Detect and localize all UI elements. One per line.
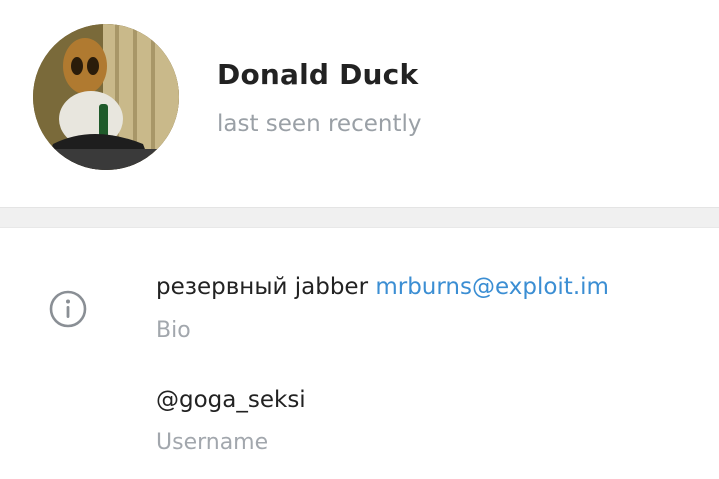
info-circle-icon [48, 289, 88, 329]
section-divider [0, 207, 719, 228]
bio-value: резервный jabber mrburns@exploit.im [156, 274, 609, 300]
profile-name: Donald Duck [217, 58, 419, 91]
username-value[interactable]: @goga_seksi [156, 387, 306, 413]
bio-link[interactable]: mrburns@exploit.im [375, 274, 609, 300]
bio-text: резервный jabber [156, 274, 369, 300]
avatar-image [33, 24, 179, 170]
profile-status: last seen recently [217, 111, 422, 137]
profile-header: Donald Duck last seen recently [0, 0, 719, 207]
bio-label: Bio [156, 318, 191, 343]
avatar[interactable] [33, 24, 179, 170]
username-label: Username [156, 430, 269, 455]
